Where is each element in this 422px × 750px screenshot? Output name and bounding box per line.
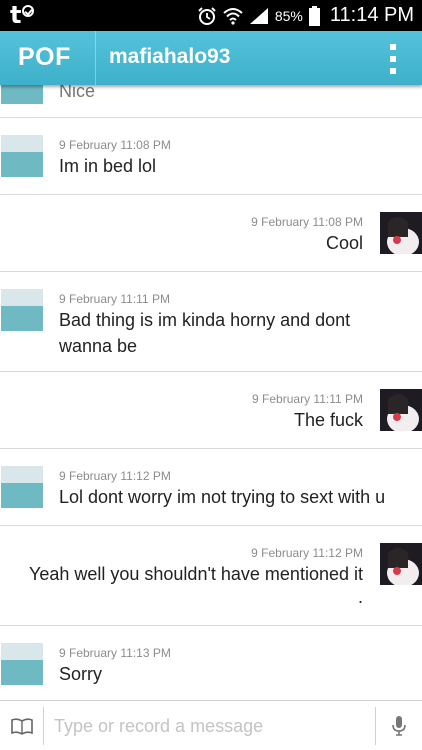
conversation-username[interactable]: mafiahalo93 — [109, 45, 230, 69]
message-item: Nice — [0, 85, 422, 118]
microphone-icon[interactable] — [376, 701, 422, 750]
message-item: 9 February 11:11 PM Bad thing is im kind… — [0, 272, 422, 372]
message-text: Yeah well you shouldn't have mentioned i… — [28, 564, 363, 584]
carrier-t-icon: t — [10, 2, 35, 28]
avatar[interactable] — [1, 85, 43, 104]
message-timestamp: 9 February 11:11 PM — [59, 292, 170, 306]
message-text: The fuck — [293, 410, 363, 430]
message-text: Im in bed lol — [59, 156, 157, 176]
battery-percent: 85% — [274, 7, 303, 24]
avatar[interactable] — [1, 466, 43, 508]
message-input[interactable] — [54, 713, 354, 739]
message-item: 9 February 11:11 PM The fuck — [0, 372, 422, 449]
message-timestamp: 9 February 11:12 PM — [59, 469, 171, 483]
avatar[interactable] — [380, 389, 422, 431]
battery-icon — [308, 5, 320, 26]
avatar[interactable] — [1, 289, 43, 331]
message-text: Bad thing is im kinda horny and dont wan… — [59, 310, 351, 356]
composer-divider — [43, 707, 44, 745]
message-item: 9 February 11:08 PM Im in bed lol — [0, 118, 422, 195]
composer-bar — [0, 700, 422, 750]
signal-icon — [249, 7, 269, 25]
message-timestamp: 9 February 11:13 PM — [59, 646, 171, 660]
overflow-menu-icon[interactable] — [386, 44, 400, 74]
book-icon[interactable] — [0, 701, 43, 750]
message-item: 9 February 11:13 PM Sorry — [0, 626, 422, 700]
status-clock: 11:14 PM — [329, 4, 414, 26]
screen: t 85% 11:14 PM POF mafiahalo93 Nice 9 Fe… — [0, 0, 422, 750]
wifi-icon — [223, 7, 243, 25]
avatar[interactable] — [1, 643, 43, 685]
message-text-continuation: . — [357, 587, 363, 607]
alarm-icon — [197, 6, 217, 26]
status-bar: t 85% 11:14 PM — [0, 0, 422, 31]
message-text: Nice — [59, 85, 96, 101]
message-item: 9 February 11:12 PM Lol dont worry im no… — [0, 449, 422, 526]
message-text: Cool — [325, 233, 363, 253]
app-header: POF mafiahalo93 — [0, 31, 422, 85]
message-list[interactable]: Nice 9 February 11:08 PM Im in bed lol 9… — [0, 85, 422, 700]
header-divider — [95, 31, 96, 85]
message-text: Lol dont worry im not trying to sext wit… — [59, 487, 386, 507]
avatar[interactable] — [1, 135, 43, 177]
avatar[interactable] — [380, 543, 422, 585]
message-timestamp: 9 February 11:08 PM — [59, 138, 171, 152]
message-timestamp: 9 February 11:11 PM — [252, 392, 363, 406]
message-item: 9 February 11:12 PM Yeah well you should… — [0, 526, 422, 626]
message-text: Sorry — [59, 664, 103, 684]
brand-logo-button[interactable]: POF — [18, 43, 71, 72]
message-timestamp: 9 February 11:12 PM — [251, 546, 363, 560]
message-timestamp: 9 February 11:08 PM — [251, 215, 363, 229]
avatar[interactable] — [380, 212, 422, 254]
message-item: 9 February 11:08 PM Cool — [0, 195, 422, 272]
